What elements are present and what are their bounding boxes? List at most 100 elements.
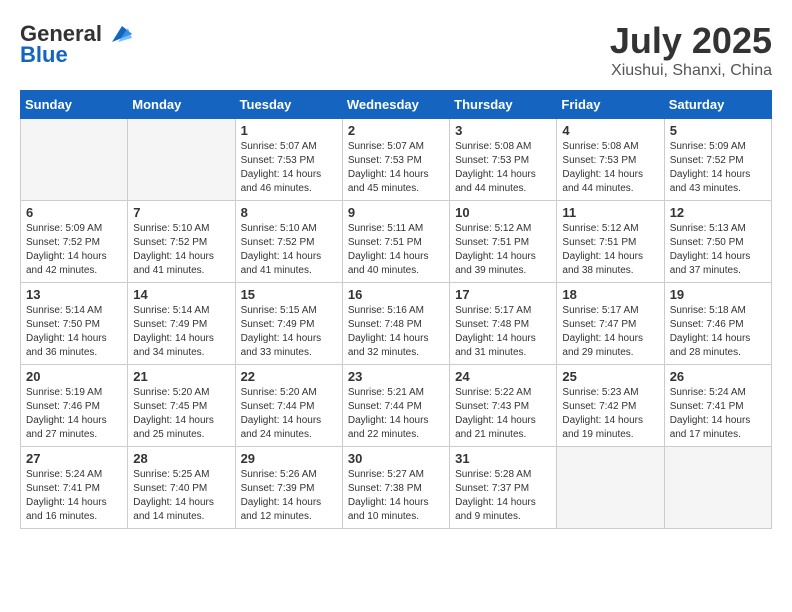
day-info: Sunrise: 5:17 AM Sunset: 7:47 PM Dayligh… [562, 304, 658, 360]
calendar-cell: 30 Sunrise: 5:27 AM Sunset: 7:38 PM Dayli… [342, 447, 449, 529]
calendar-cell: 31 Sunrise: 5:28 AM Sunset: 7:37 PM Dayli… [450, 447, 557, 529]
calendar-cell [664, 447, 771, 529]
day-info: Sunrise: 5:28 AM Sunset: 7:37 PM Dayligh… [455, 468, 551, 524]
day-info: Sunrise: 5:21 AM Sunset: 7:44 PM Dayligh… [348, 386, 444, 442]
calendar-cell: 3 Sunrise: 5:08 AM Sunset: 7:53 PM Daylig… [450, 119, 557, 201]
weekday-header-row: SundayMondayTuesdayWednesdayThursdayFrid… [21, 91, 772, 119]
day-number: 30 [348, 451, 444, 466]
calendar-cell: 5 Sunrise: 5:09 AM Sunset: 7:52 PM Daylig… [664, 119, 771, 201]
day-info: Sunrise: 5:14 AM Sunset: 7:50 PM Dayligh… [26, 304, 122, 360]
day-number: 12 [670, 205, 766, 220]
calendar-cell: 11 Sunrise: 5:12 AM Sunset: 7:51 PM Dayli… [557, 201, 664, 283]
calendar-week-row: 1 Sunrise: 5:07 AM Sunset: 7:53 PM Daylig… [21, 119, 772, 201]
calendar-cell: 13 Sunrise: 5:14 AM Sunset: 7:50 PM Dayli… [21, 283, 128, 365]
day-number: 8 [241, 205, 337, 220]
calendar-cell: 24 Sunrise: 5:22 AM Sunset: 7:43 PM Dayli… [450, 365, 557, 447]
calendar-cell: 10 Sunrise: 5:12 AM Sunset: 7:51 PM Dayli… [450, 201, 557, 283]
day-info: Sunrise: 5:22 AM Sunset: 7:43 PM Dayligh… [455, 386, 551, 442]
day-info: Sunrise: 5:20 AM Sunset: 7:44 PM Dayligh… [241, 386, 337, 442]
calendar-cell: 1 Sunrise: 5:07 AM Sunset: 7:53 PM Daylig… [235, 119, 342, 201]
day-info: Sunrise: 5:09 AM Sunset: 7:52 PM Dayligh… [26, 222, 122, 278]
day-number: 31 [455, 451, 551, 466]
day-number: 6 [26, 205, 122, 220]
day-info: Sunrise: 5:07 AM Sunset: 7:53 PM Dayligh… [348, 140, 444, 196]
calendar-table: SundayMondayTuesdayWednesdayThursdayFrid… [20, 90, 772, 529]
day-info: Sunrise: 5:10 AM Sunset: 7:52 PM Dayligh… [133, 222, 229, 278]
calendar-cell: 25 Sunrise: 5:23 AM Sunset: 7:42 PM Dayli… [557, 365, 664, 447]
title-section: July 2025 Xiushui, Shanxi, China [610, 20, 772, 80]
day-info: Sunrise: 5:12 AM Sunset: 7:51 PM Dayligh… [455, 222, 551, 278]
weekday-header-saturday: Saturday [664, 91, 771, 119]
day-number: 26 [670, 369, 766, 384]
calendar-cell: 27Sunrise: 5:24 AM Sunset: 7:41 PM Dayli… [21, 447, 128, 529]
day-number: 5 [670, 123, 766, 138]
calendar-cell: 2 Sunrise: 5:07 AM Sunset: 7:53 PM Daylig… [342, 119, 449, 201]
calendar-cell: 28 Sunrise: 5:25 AM Sunset: 7:40 PM Dayli… [128, 447, 235, 529]
calendar-cell: 29 Sunrise: 5:26 AM Sunset: 7:39 PM Dayli… [235, 447, 342, 529]
logo-blue-text: Blue [20, 42, 68, 68]
day-info: Sunrise: 5:24 AM Sunset: 7:41 PM Dayligh… [670, 386, 766, 442]
day-number: 1 [241, 123, 337, 138]
day-number: 4 [562, 123, 658, 138]
calendar-week-row: 20 Sunrise: 5:19 AM Sunset: 7:46 PM Dayli… [21, 365, 772, 447]
day-number: 20 [26, 369, 122, 384]
calendar-cell: 9 Sunrise: 5:11 AM Sunset: 7:51 PM Daylig… [342, 201, 449, 283]
day-number: 25 [562, 369, 658, 384]
calendar-title: July 2025 [610, 20, 772, 62]
logo: General Blue [20, 20, 132, 68]
calendar-cell: 12 Sunrise: 5:13 AM Sunset: 7:50 PM Dayli… [664, 201, 771, 283]
day-info: Sunrise: 5:25 AM Sunset: 7:40 PM Dayligh… [133, 468, 229, 524]
day-number: 9 [348, 205, 444, 220]
day-info: Sunrise: 5:26 AM Sunset: 7:39 PM Dayligh… [241, 468, 337, 524]
day-info: Sunrise: 5:23 AM Sunset: 7:42 PM Dayligh… [562, 386, 658, 442]
weekday-header-monday: Monday [128, 91, 235, 119]
day-info: Sunrise: 5:07 AM Sunset: 7:53 PM Dayligh… [241, 140, 337, 196]
calendar-cell: 18Sunrise: 5:17 AM Sunset: 7:47 PM Dayli… [557, 283, 664, 365]
day-number: 7 [133, 205, 229, 220]
calendar-cell: 6 Sunrise: 5:09 AM Sunset: 7:52 PM Daylig… [21, 201, 128, 283]
calendar-cell: 8Sunrise: 5:10 AM Sunset: 7:52 PM Daylig… [235, 201, 342, 283]
calendar-cell: 22 Sunrise: 5:20 AM Sunset: 7:44 PM Dayli… [235, 365, 342, 447]
weekday-header-sunday: Sunday [21, 91, 128, 119]
day-info: Sunrise: 5:08 AM Sunset: 7:53 PM Dayligh… [455, 140, 551, 196]
day-info: Sunrise: 5:18 AM Sunset: 7:46 PM Dayligh… [670, 304, 766, 360]
day-info: Sunrise: 5:13 AM Sunset: 7:50 PM Dayligh… [670, 222, 766, 278]
calendar-cell: 26 Sunrise: 5:24 AM Sunset: 7:41 PM Dayli… [664, 365, 771, 447]
calendar-cell: 4 Sunrise: 5:08 AM Sunset: 7:53 PM Daylig… [557, 119, 664, 201]
day-info: Sunrise: 5:14 AM Sunset: 7:49 PM Dayligh… [133, 304, 229, 360]
calendar-cell: 14 Sunrise: 5:14 AM Sunset: 7:49 PM Dayli… [128, 283, 235, 365]
calendar-cell: 19 Sunrise: 5:18 AM Sunset: 7:46 PM Dayli… [664, 283, 771, 365]
weekday-header-wednesday: Wednesday [342, 91, 449, 119]
day-number: 10 [455, 205, 551, 220]
day-number: 22 [241, 369, 337, 384]
day-number: 11 [562, 205, 658, 220]
day-info: Sunrise: 5:24 AM Sunset: 7:41 PM Dayligh… [26, 468, 122, 524]
calendar-cell: 17Sunrise: 5:17 AM Sunset: 7:48 PM Dayli… [450, 283, 557, 365]
weekday-header-thursday: Thursday [450, 91, 557, 119]
day-info: Sunrise: 5:27 AM Sunset: 7:38 PM Dayligh… [348, 468, 444, 524]
calendar-subtitle: Xiushui, Shanxi, China [610, 62, 772, 80]
day-info: Sunrise: 5:19 AM Sunset: 7:46 PM Dayligh… [26, 386, 122, 442]
day-number: 2 [348, 123, 444, 138]
day-number: 3 [455, 123, 551, 138]
day-number: 29 [241, 451, 337, 466]
page-header: General Blue July 2025 Xiushui, Shanxi, … [20, 20, 772, 80]
day-number: 23 [348, 369, 444, 384]
day-number: 13 [26, 287, 122, 302]
calendar-week-row: 13 Sunrise: 5:14 AM Sunset: 7:50 PM Dayli… [21, 283, 772, 365]
day-number: 14 [133, 287, 229, 302]
day-info: Sunrise: 5:17 AM Sunset: 7:48 PM Dayligh… [455, 304, 551, 360]
day-info: Sunrise: 5:16 AM Sunset: 7:48 PM Dayligh… [348, 304, 444, 360]
calendar-cell [128, 119, 235, 201]
day-info: Sunrise: 5:09 AM Sunset: 7:52 PM Dayligh… [670, 140, 766, 196]
calendar-cell: 7 Sunrise: 5:10 AM Sunset: 7:52 PM Daylig… [128, 201, 235, 283]
calendar-week-row: 27Sunrise: 5:24 AM Sunset: 7:41 PM Dayli… [21, 447, 772, 529]
day-number: 28 [133, 451, 229, 466]
calendar-cell: 23 Sunrise: 5:21 AM Sunset: 7:44 PM Dayli… [342, 365, 449, 447]
day-info: Sunrise: 5:11 AM Sunset: 7:51 PM Dayligh… [348, 222, 444, 278]
day-number: 19 [670, 287, 766, 302]
weekday-header-friday: Friday [557, 91, 664, 119]
day-info: Sunrise: 5:12 AM Sunset: 7:51 PM Dayligh… [562, 222, 658, 278]
day-number: 24 [455, 369, 551, 384]
day-info: Sunrise: 5:08 AM Sunset: 7:53 PM Dayligh… [562, 140, 658, 196]
